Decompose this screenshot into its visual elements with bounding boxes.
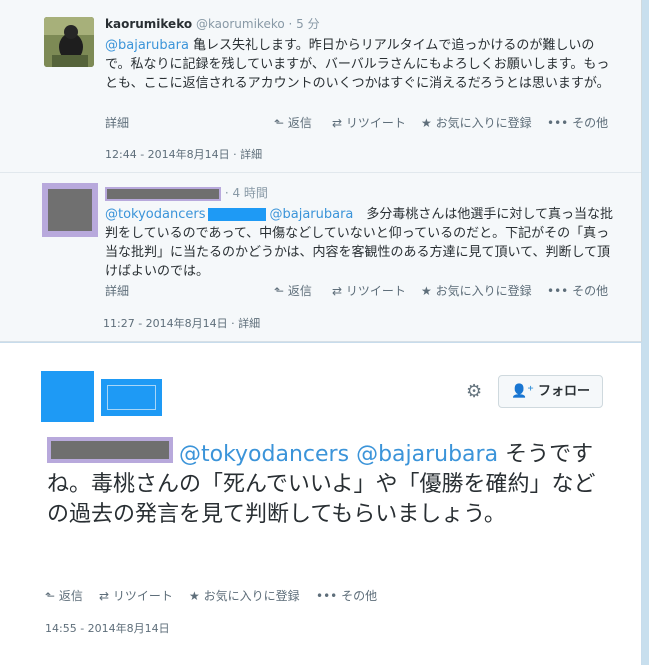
reply-button[interactable]: ⬑ 返信 bbox=[45, 587, 83, 604]
more-label: その他 bbox=[341, 589, 378, 603]
redacted-avatar[interactable] bbox=[41, 371, 94, 422]
retweet-label: リツイート bbox=[112, 589, 173, 603]
favorite-button[interactable]: ★ お気に入りに登録 bbox=[421, 114, 532, 131]
star-icon: ★ bbox=[189, 589, 200, 603]
retweet-button[interactable]: ⇄ リツイート bbox=[99, 587, 173, 604]
mention-link[interactable]: @tokyodancers bbox=[105, 207, 205, 222]
tweet-actions: 詳細 ⬑ 返信 ⇄ リツイート ★ お気に入りに登録 ••• その他 bbox=[105, 114, 608, 131]
ellipsis-icon: ••• bbox=[316, 589, 338, 603]
tweet-timestamp[interactable]: 14:55 - 2014年8月14日 bbox=[45, 620, 170, 636]
reply-tweet-1[interactable]: kaorumikeko @kaorumikeko · 5 分 @bajaruba… bbox=[0, 0, 641, 173]
mention-link[interactable]: @bajarubara bbox=[105, 38, 189, 53]
more-button[interactable]: ••• その他 bbox=[547, 114, 608, 131]
reply-arrow-icon: ⬑ bbox=[274, 284, 285, 298]
follow-button[interactable]: 👤⁺ フォロー bbox=[498, 375, 603, 408]
tweet-header: kaorumikeko @kaorumikeko · 5 分 bbox=[105, 16, 619, 32]
tweet-timestamp[interactable]: 11:27 - 2014年8月14日 · 詳細 bbox=[103, 315, 260, 331]
favorite-button[interactable]: ★ お気に入りに登録 bbox=[421, 282, 532, 299]
mention-link[interactable]: @bajarubara bbox=[269, 207, 353, 222]
follow-label: フォロー bbox=[538, 384, 591, 399]
focal-actions: ⬑ 返信 ⇄ リツイート ★ お気に入りに登録 ••• その他 bbox=[45, 587, 545, 603]
retweet-icon: ⇄ bbox=[332, 116, 343, 130]
details-link[interactable]: 詳細 bbox=[105, 114, 129, 131]
star-icon: ★ bbox=[421, 284, 432, 298]
scroll-strip bbox=[642, 0, 649, 665]
relative-time[interactable]: · 4 時間 bbox=[225, 186, 268, 200]
reply-button[interactable]: ⬑ 返信 bbox=[274, 114, 312, 131]
favorite-label: お気に入りに登録 bbox=[435, 284, 532, 298]
gear-icon[interactable]: ⚙ bbox=[466, 381, 482, 402]
retweet-label: リツイート bbox=[345, 116, 406, 130]
reply-arrow-icon: ⬑ bbox=[274, 116, 285, 130]
reply-label: 返信 bbox=[58, 589, 83, 603]
focal-tweet-text: @tokyodancers @bajarubara そうですね。毒桃さんの「死ん… bbox=[47, 437, 617, 530]
display-name[interactable]: kaorumikeko bbox=[105, 17, 192, 31]
retweet-label: リツイート bbox=[345, 284, 406, 298]
retweet-button[interactable]: ⇄ リツイート bbox=[332, 114, 406, 131]
ellipsis-icon: ••• bbox=[547, 116, 569, 130]
tweet-text: @tokyodancers @bajarubara 多分毒桃さんは他選手に対して真… bbox=[105, 205, 619, 281]
avatar[interactable] bbox=[42, 183, 98, 237]
more-label: その他 bbox=[572, 284, 609, 298]
add-user-icon: 👤⁺ bbox=[510, 384, 535, 399]
star-icon: ★ bbox=[421, 116, 432, 130]
redacted-user-info bbox=[101, 379, 162, 416]
retweet-icon: ⇄ bbox=[332, 284, 343, 298]
user-handle[interactable]: @kaorumikeko bbox=[196, 17, 285, 31]
mention-link[interactable]: @tokyodancers bbox=[179, 442, 349, 467]
retweet-icon: ⇄ bbox=[99, 589, 110, 603]
favorite-label: お気に入りに登録 bbox=[203, 589, 300, 603]
more-button[interactable]: ••• その他 bbox=[547, 282, 608, 299]
reply-arrow-icon: ⬑ bbox=[45, 589, 56, 603]
redacted-mention bbox=[47, 437, 173, 463]
tweet-text: @bajarubara 亀レス失礼します。昨日からリアルタイムで追っかけるのが難… bbox=[105, 36, 619, 93]
tweet-timestamp[interactable]: 12:44 - 2014年8月14日 · 詳細 bbox=[105, 146, 262, 162]
reply-button[interactable]: ⬑ 返信 bbox=[274, 282, 312, 299]
reply-label: 返信 bbox=[287, 284, 312, 298]
tweet-actions: 詳細 ⬑ 返信 ⇄ リツイート ★ お気に入りに登録 ••• その他 bbox=[105, 282, 608, 299]
retweet-button[interactable]: ⇄ リツイート bbox=[332, 282, 406, 299]
reply-label: 返信 bbox=[287, 116, 312, 130]
ellipsis-icon: ••• bbox=[547, 284, 569, 298]
favorite-button[interactable]: ★ お気に入りに登録 bbox=[189, 587, 300, 604]
more-label: その他 bbox=[572, 116, 609, 130]
redacted-mention bbox=[208, 208, 267, 221]
relative-time[interactable]: · 5 分 bbox=[289, 17, 320, 31]
more-button[interactable]: ••• その他 bbox=[316, 587, 377, 604]
redacted-name bbox=[105, 186, 221, 201]
mention-link[interactable]: @bajarubara bbox=[356, 442, 498, 467]
avatar[interactable] bbox=[44, 17, 94, 67]
favorite-label: お気に入りに登録 bbox=[435, 116, 532, 130]
tweet-header: · 4 時間 bbox=[105, 185, 619, 201]
details-link[interactable]: 詳細 bbox=[105, 282, 129, 299]
